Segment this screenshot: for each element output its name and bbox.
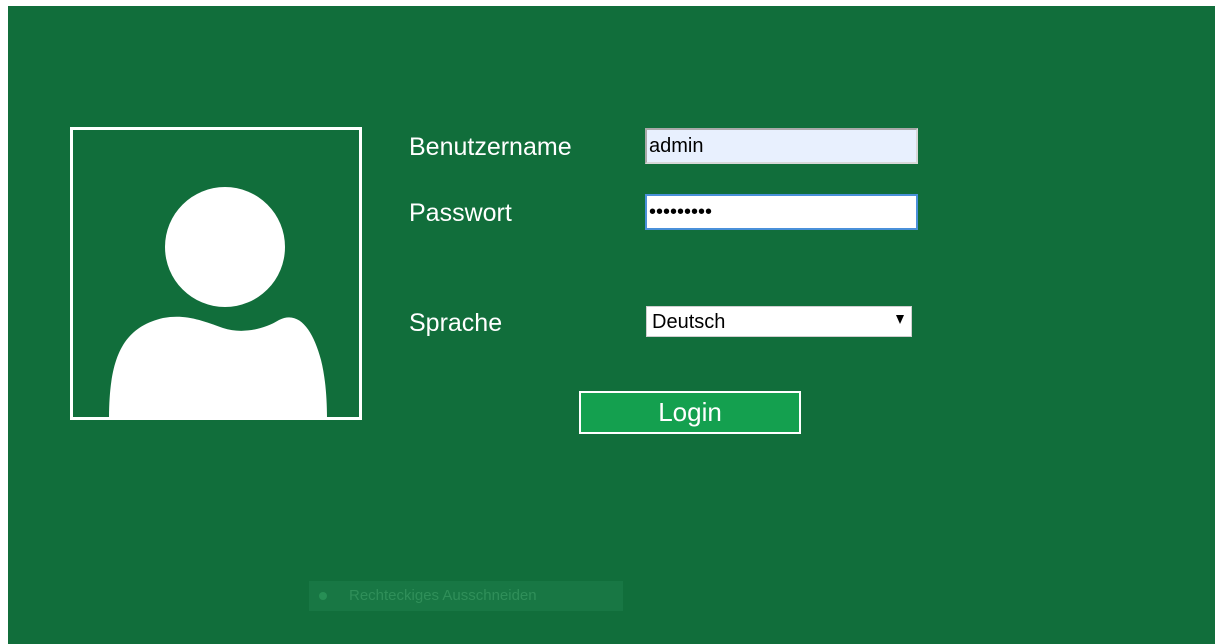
- user-avatar-icon: [109, 187, 327, 417]
- language-select-value: Deutsch: [652, 311, 726, 333]
- password-label: Passwort: [409, 199, 512, 227]
- username-input[interactable]: [645, 128, 918, 164]
- snip-mode-overlay[interactable]: Rechteckiges Ausschneiden: [309, 581, 623, 611]
- avatar-frame: [70, 127, 362, 420]
- password-input[interactable]: [645, 194, 918, 230]
- language-label: Sprache: [409, 309, 503, 337]
- language-select[interactable]: Deutsch: [646, 306, 912, 337]
- username-label: Benutzername: [409, 133, 572, 161]
- login-panel: Benutzername Passwort Sprache Deutsch Lo…: [8, 6, 1215, 644]
- snip-mode-dot-icon: [319, 592, 327, 600]
- triangle-down-icon: [896, 315, 904, 324]
- snip-mode-label: Rechteckiges Ausschneiden: [349, 587, 537, 604]
- login-button[interactable]: Login: [579, 391, 801, 434]
